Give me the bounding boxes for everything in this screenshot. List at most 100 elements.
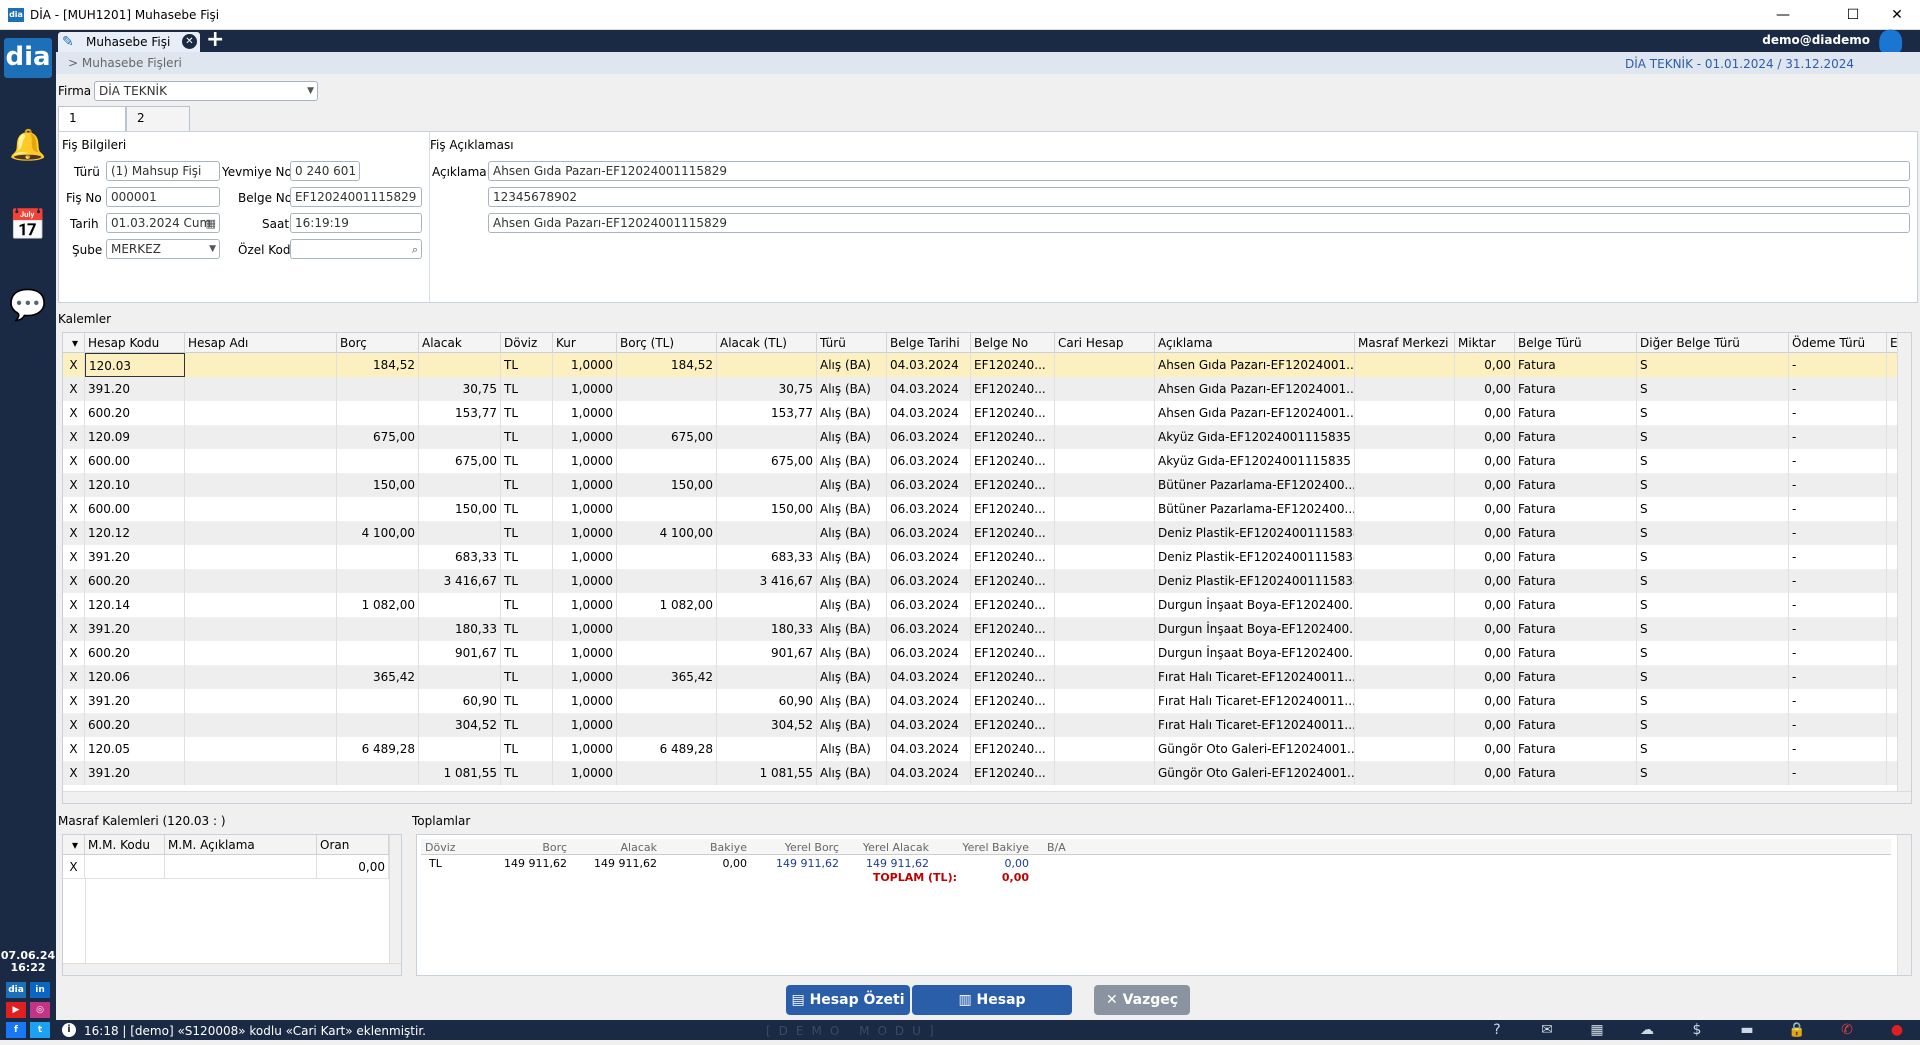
row-marker[interactable]: X <box>63 521 85 545</box>
table-cell[interactable] <box>419 737 501 761</box>
table-cell[interactable]: TL <box>501 377 553 401</box>
table-cell[interactable]: S <box>1637 689 1789 713</box>
tab-diger[interactable]: 2 Diğer <box>126 106 190 147</box>
row-marker[interactable]: X <box>63 617 85 641</box>
table-cell[interactable] <box>1355 713 1455 737</box>
vazgec-button[interactable]: ✕ Vazgeç <box>1094 985 1190 1015</box>
table-cell[interactable]: Fatura <box>1515 521 1637 545</box>
table-row[interactable]: X 391.20 60,90 TL 1,0000 60,90 Alış (BA) 04.03.… <box>63 689 1903 713</box>
table-cell[interactable]: TL <box>501 617 553 641</box>
table-cell[interactable] <box>419 593 501 617</box>
table-cell[interactable]: 06.03.2024 <box>887 641 971 665</box>
table-cell[interactable]: 1,0000 <box>553 617 617 641</box>
dia-logo[interactable]: dia <box>4 38 52 78</box>
table-cell[interactable] <box>185 761 337 785</box>
table-cell[interactable]: Deniz Plastik-EF12024001115838 <box>1155 545 1355 569</box>
table-row[interactable]: X 391.20 180,33 TL 1,0000 180,33 Alış (BA) 06.0… <box>63 617 1903 641</box>
table-cell[interactable]: Fatura <box>1515 449 1637 473</box>
table-cell[interactable]: Ahsen Gıda Pazarı-EF12024001... <box>1155 353 1355 377</box>
table-cell[interactable]: S <box>1637 569 1789 593</box>
table-cell[interactable]: EF120240... <box>971 425 1055 449</box>
col-header-1[interactable]: Hesap Adı <box>185 333 337 353</box>
chevron-down-icon[interactable]: ▼ <box>209 240 216 258</box>
table-cell[interactable]: S <box>1637 353 1789 377</box>
table-row[interactable]: X 120.10 150,00 TL 1,0000 150,00 Alış (BA) 06.0… <box>63 473 1903 497</box>
table-cell[interactable]: 391.20 <box>85 545 185 569</box>
row-marker[interactable]: X <box>63 569 85 593</box>
table-cell[interactable]: Alış (BA) <box>817 377 887 401</box>
table-cell[interactable]: EF120240... <box>971 569 1055 593</box>
table-cell[interactable]: Alış (BA) <box>817 497 887 521</box>
table-cell[interactable]: 153,77 <box>419 401 501 425</box>
table-cell[interactable]: 391.20 <box>85 377 185 401</box>
help-icon[interactable]: ? <box>1486 1021 1508 1039</box>
maximize-button[interactable]: ☐ <box>1830 0 1876 30</box>
table-cell[interactable] <box>1055 401 1155 425</box>
table-row[interactable]: X 391.20 1 081,55 TL 1,0000 1 081,55 Alış (BA)… <box>63 761 1903 785</box>
table-cell[interactable]: - <box>1789 401 1887 425</box>
table-cell[interactable]: EF120240... <box>971 737 1055 761</box>
table-cell[interactable]: Fatura <box>1515 737 1637 761</box>
currency-icon[interactable]: $ <box>1686 1021 1708 1039</box>
table-cell[interactable] <box>1055 689 1155 713</box>
table-cell[interactable]: 1 081,55 <box>419 761 501 785</box>
table-cell[interactable]: 60,90 <box>717 689 817 713</box>
tab-genel[interactable]: 1 Genel <box>58 106 126 147</box>
table-cell[interactable]: Fatura <box>1515 425 1637 449</box>
table-cell[interactable] <box>1055 761 1155 785</box>
table-cell[interactable]: 04.03.2024 <box>887 665 971 689</box>
table-cell[interactable]: - <box>1789 641 1887 665</box>
table-cell[interactable]: EF120240... <box>971 617 1055 641</box>
table-cell[interactable] <box>1355 377 1455 401</box>
table-cell[interactable]: 391.20 <box>85 689 185 713</box>
turu-field[interactable]: (1) Mahsup Fişi <box>106 161 220 181</box>
table-cell[interactable] <box>1055 617 1155 641</box>
table-cell[interactable]: 60,90 <box>419 689 501 713</box>
table-cell[interactable] <box>1055 449 1155 473</box>
table-cell[interactable] <box>1055 497 1155 521</box>
table-cell[interactable]: - <box>1789 377 1887 401</box>
table-cell[interactable]: 0,00 <box>1455 593 1515 617</box>
calculator-icon[interactable]: ▦ <box>1586 1021 1608 1039</box>
table-cell[interactable] <box>617 377 717 401</box>
table-cell[interactable] <box>337 545 419 569</box>
table-cell[interactable]: 120.06 <box>85 665 185 689</box>
table-cell[interactable]: Durgun İnşaat Boya-EF1202400... <box>1155 593 1355 617</box>
bell-icon[interactable]: 🔔 <box>8 126 48 166</box>
table-cell[interactable]: S <box>1637 665 1789 689</box>
table-cell[interactable]: 120.09 <box>85 425 185 449</box>
table-cell[interactable] <box>185 545 337 569</box>
table-cell[interactable]: S <box>1637 497 1789 521</box>
hesap-ozeti-button[interactable]: ▤ Hesap Özeti <box>786 985 910 1015</box>
table-cell[interactable] <box>1055 641 1155 665</box>
col-header-9[interactable]: Belge Tarihi <box>887 333 971 353</box>
table-cell[interactable] <box>1355 521 1455 545</box>
table-cell[interactable]: Alış (BA) <box>817 713 887 737</box>
table-cell[interactable]: Alış (BA) <box>817 569 887 593</box>
table-cell[interactable] <box>1355 737 1455 761</box>
table-cell[interactable]: S <box>1637 473 1789 497</box>
table-cell[interactable] <box>1055 353 1155 377</box>
table-cell[interactable]: 675,00 <box>419 449 501 473</box>
table-row[interactable]: X 600.00 150,00 TL 1,0000 150,00 Alış (BA) 06.0… <box>63 497 1903 521</box>
table-cell[interactable]: TL <box>501 593 553 617</box>
table-cell[interactable]: 04.03.2024 <box>887 353 971 377</box>
lock-icon[interactable]: 🔒 <box>1786 1021 1808 1039</box>
table-cell[interactable] <box>1055 593 1155 617</box>
table-cell[interactable]: TL <box>501 497 553 521</box>
table-cell[interactable]: TL <box>501 737 553 761</box>
table-cell[interactable]: S <box>1637 617 1789 641</box>
ozelkod-field[interactable]: ⌕ <box>290 239 422 259</box>
youtube-icon[interactable]: ▶ <box>6 1002 26 1018</box>
col-header-6[interactable]: Borç (TL) <box>617 333 717 353</box>
table-row[interactable]: X 120.05 6 489,28 TL 1,0000 6 489,28 Alış (BA)… <box>63 737 1903 761</box>
table-cell[interactable]: S <box>1637 449 1789 473</box>
table-cell[interactable]: 1,0000 <box>553 689 617 713</box>
table-cell[interactable] <box>419 521 501 545</box>
table-cell[interactable] <box>185 689 337 713</box>
chevron-down-icon[interactable]: ▼ <box>307 82 314 100</box>
table-cell[interactable]: 0,00 <box>1455 401 1515 425</box>
table-cell[interactable]: Fatura <box>1515 713 1637 737</box>
col-header-7[interactable]: Alacak (TL) <box>717 333 817 353</box>
table-cell[interactable] <box>617 761 717 785</box>
